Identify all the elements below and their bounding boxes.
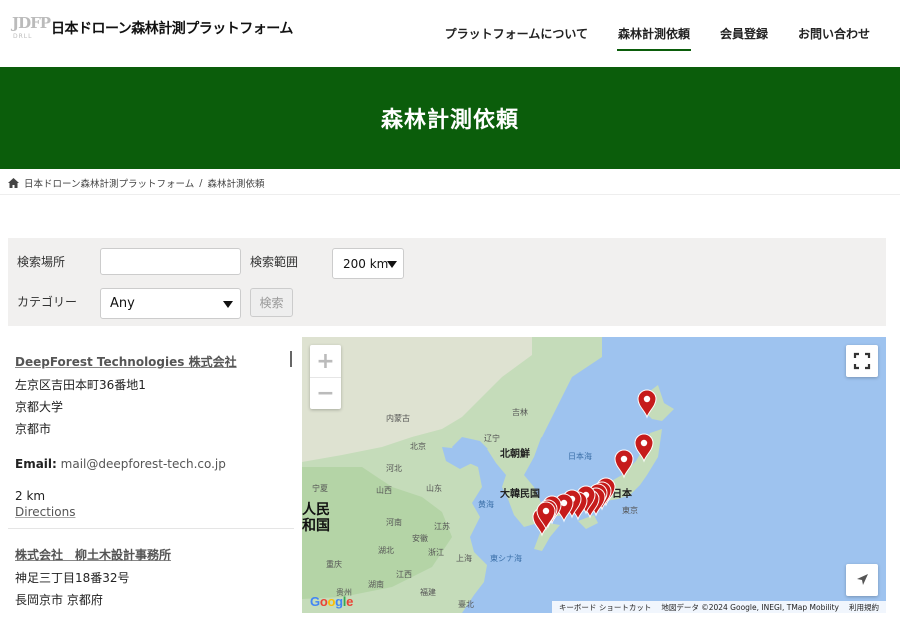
- fullscreen-icon: [853, 352, 871, 370]
- result-address: 左京区吉田本町36番地1: [15, 378, 146, 392]
- logo-letters: JDFP: [12, 14, 51, 32]
- category-label: カテゴリー: [17, 295, 78, 309]
- breadcrumb-home[interactable]: 日本ドローン森林計測プラットフォーム: [24, 176, 194, 190]
- search-panel: 検索場所 検索範囲 200 km カテゴリー Any 検索: [8, 238, 886, 326]
- google-logo-letter: g: [335, 594, 343, 609]
- result-address: 長岡京市 京都府: [15, 593, 103, 607]
- home-icon: [8, 178, 19, 188]
- list-item: 株式会社 柳土木設計事務所 神足三丁目18番32号 長岡京市 京都府: [15, 546, 294, 608]
- range-value: 200 km: [343, 256, 389, 271]
- nav-member-registration[interactable]: 会員登録: [705, 0, 783, 67]
- map-marker-icon[interactable]: [634, 433, 654, 463]
- divider: [8, 528, 294, 529]
- result-name[interactable]: DeepForest Technologies 株式会社: [15, 353, 294, 370]
- chevron-down-icon: [387, 261, 397, 268]
- breadcrumb: 日本ドローン森林計測プラットフォーム / 森林計測依頼: [8, 176, 264, 190]
- result-address: 神足三丁目18番32号: [15, 571, 130, 585]
- logo-subtext: DRLL: [13, 33, 33, 40]
- nav-contact[interactable]: お問い合わせ: [783, 0, 885, 67]
- map-marker-icon[interactable]: [614, 449, 634, 479]
- zoom-control: + −: [310, 345, 341, 409]
- search-button[interactable]: 検索: [250, 288, 293, 317]
- range-label: 検索範囲: [250, 255, 299, 269]
- google-logo-letter: e: [346, 594, 354, 609]
- location-label: 検索場所: [17, 255, 66, 269]
- results-list: DeepForest Technologies 株式会社 左京区吉田本町36番地…: [8, 337, 294, 632]
- logo-mark: JDFP DRLL: [12, 12, 51, 44]
- email-link[interactable]: mail@deepforest-tech.co.jp: [61, 457, 226, 471]
- range-select[interactable]: 200 km: [332, 248, 404, 279]
- breadcrumb-divider: [0, 194, 900, 195]
- site-header: JDFP DRLL 日本ドローン森林計測プラットフォーム プラットフォームについ…: [0, 0, 900, 67]
- category-value: Any: [110, 296, 135, 311]
- map-marker-icon[interactable]: [637, 389, 657, 419]
- google-logo-letter: G: [310, 594, 320, 609]
- nav-about[interactable]: プラットフォームについて: [430, 0, 603, 67]
- directions-link[interactable]: Directions: [15, 505, 294, 519]
- site-logo[interactable]: JDFP DRLL 日本ドローン森林計測プラットフォーム: [12, 12, 293, 44]
- zoom-out-button[interactable]: −: [310, 377, 341, 409]
- scrollbar[interactable]: [290, 351, 292, 367]
- map[interactable]: 内蒙古 吉林 辽宁 北京 河北 宁夏 山西 山东 河南 江苏 安徽 湖北 上海 …: [302, 337, 886, 613]
- navigation-arrow-icon: [857, 574, 868, 585]
- result-email: Email: mail@deepforest-tech.co.jp: [15, 457, 294, 471]
- result-name[interactable]: 株式会社 柳土木設計事務所: [15, 546, 294, 563]
- chevron-down-icon: [223, 301, 233, 308]
- category-select[interactable]: Any: [100, 288, 241, 319]
- google-logo-letter: o: [327, 594, 336, 609]
- site-title: 日本ドローン森林計測プラットフォーム: [51, 21, 293, 37]
- google-logo: Google: [310, 594, 353, 609]
- fullscreen-button[interactable]: [846, 345, 878, 377]
- result-address: 京都大学: [15, 400, 64, 414]
- map-markers: [532, 389, 657, 537]
- page-hero: 森林計測依頼: [0, 67, 900, 169]
- keyboard-shortcuts-link[interactable]: キーボード ショートカット: [559, 602, 651, 613]
- email-label: Email:: [15, 457, 57, 471]
- map-attribution: キーボード ショートカット 地図データ ©2024 Google, INEGI,…: [551, 601, 886, 613]
- result-address: 京都市: [15, 422, 52, 436]
- terms-link[interactable]: 利用規約: [849, 602, 879, 613]
- main-nav: プラットフォームについて 森林計測依頼 会員登録 お問い合わせ: [430, 0, 885, 67]
- map-data-credit: 地図データ ©2024 Google, INEGI, TMap Mobility: [661, 602, 839, 612]
- breadcrumb-current: 森林計測依頼: [207, 179, 265, 190]
- my-location-button[interactable]: [846, 564, 878, 596]
- location-input[interactable]: [100, 248, 241, 275]
- zoom-in-button[interactable]: +: [310, 345, 341, 377]
- list-item: DeepForest Technologies 株式会社 左京区吉田本町36番地…: [15, 353, 294, 519]
- nav-forest-measurement[interactable]: 森林計測依頼: [603, 0, 705, 67]
- page-title: 森林計測依頼: [380, 108, 519, 133]
- result-distance: 2 km: [15, 489, 46, 503]
- breadcrumb-separator: /: [199, 177, 203, 189]
